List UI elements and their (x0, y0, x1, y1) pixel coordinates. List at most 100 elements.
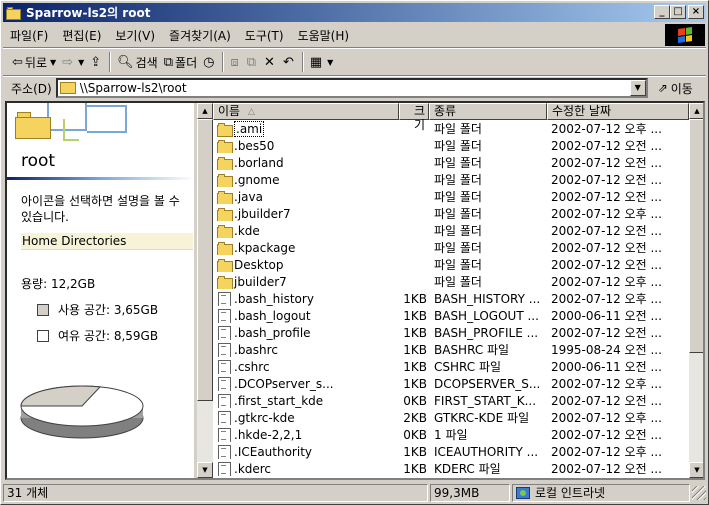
title-bar[interactable]: Sparrow-ls2의 root _ □ × (3, 3, 706, 22)
file-name-cell: .jbuilder7 (213, 207, 399, 221)
search-button[interactable]: 🔍︎ 검색 (114, 51, 161, 73)
file-list: 이름 △ 크기 종류 수정한 날짜 .ami 파일 폴더 2002-07-12 오후… (213, 103, 689, 478)
up-folder-button[interactable]: ⇪ (87, 51, 106, 73)
column-size[interactable]: 크기 (399, 103, 429, 132)
views-button[interactable]: ▦ ▼ (307, 51, 336, 73)
file-name: .bash_logout (234, 308, 311, 323)
forward-button[interactable]: ⇨ ▼ (59, 51, 87, 73)
column-name[interactable]: 이름 △ (213, 103, 399, 120)
header-divider (7, 177, 194, 180)
menu-favorites[interactable]: 즐겨찾기(A) (162, 27, 238, 44)
table-row[interactable]: jbuilder7 파일 폴더 2002-07-12 오후 ... (213, 273, 689, 290)
file-size: 2KB (403, 410, 427, 425)
table-row[interactable]: .kde 파일 폴더 2002-07-12 오전 ... (213, 222, 689, 239)
file-size: 1KB (403, 291, 427, 306)
scroll-down-button[interactable]: ▼ (689, 462, 703, 478)
file-modified: 2002-07-12 오후 ... (551, 411, 662, 425)
file-size: 0KB (403, 393, 427, 408)
delete-button[interactable]: ✕ (261, 51, 280, 73)
back-button[interactable]: ⇦ 뒤로 ▼ (9, 51, 59, 73)
file-size: 0KB (403, 427, 427, 442)
file-icon (216, 394, 232, 408)
file-type: FIRST_START_K... (434, 393, 537, 408)
table-row[interactable]: .gnome 파일 폴더 2002-07-12 오전 ... (213, 171, 689, 188)
column-type-label: 종류 (434, 104, 457, 118)
status-bar: 31 개체 99,3MB 로컬 인트라넷 (3, 483, 706, 503)
table-row[interactable]: .kpackage 파일 폴더 2002-07-12 오전 ... (213, 239, 689, 256)
table-row[interactable]: .jbuilder7 파일 폴더 2002-07-12 오후 ... (213, 205, 689, 222)
history-button[interactable]: ◷ (200, 51, 219, 73)
file-name: .bashrc (234, 342, 278, 357)
move-to-button[interactable]: ⧈ (227, 51, 243, 73)
file-type: 파일 폴더 (434, 156, 482, 170)
file-name-cell: .bashrc (213, 343, 399, 357)
address-value: \\Sparrow-ls2\root (79, 81, 187, 95)
table-row[interactable]: .cshrc 1KB CSHRC 파일 2000-06-11 오전 ... (213, 358, 689, 375)
menu-help[interactable]: 도움말(H) (291, 27, 357, 44)
table-row[interactable]: .first_start_kde 0KB FIRST_START_K... 2002-… (213, 392, 689, 409)
file-type: CSHRC 파일 (434, 360, 502, 374)
table-row[interactable]: .bes50 파일 폴더 2002-07-12 오전 ... (213, 137, 689, 154)
minimize-button[interactable]: _ (654, 5, 670, 19)
menu-edit[interactable]: 편집(E) (55, 27, 108, 44)
go-button[interactable]: ⇗ 이동 (658, 80, 693, 97)
toolbar-separator (301, 52, 304, 72)
table-row[interactable]: .bashrc 1KB BASHRC 파일 1995-08-24 오전 ... (213, 341, 689, 358)
menu-file[interactable]: 파일(F) (3, 27, 55, 44)
address-input[interactable]: \\Sparrow-ls2\root ▼ (55, 78, 648, 98)
file-modified: 1995-08-24 오전 ... (551, 343, 662, 357)
scroll-up-button[interactable]: ▲ (689, 103, 703, 119)
status-zone: 로컬 인트라넷 (512, 484, 690, 502)
table-row[interactable]: .java 파일 폴더 2002-07-12 오전 ... (213, 188, 689, 205)
column-modified[interactable]: 수정한 날짜 (547, 103, 689, 120)
file-icon (216, 445, 232, 459)
menu-view[interactable]: 보기(V) (108, 27, 162, 44)
file-name-cell: .bash_logout (213, 309, 399, 323)
file-size: 1KB (403, 461, 427, 476)
table-row[interactable]: .ICEauthority 1KB ICEAUTHORITY ... 2002-07-… (213, 443, 689, 460)
scroll-thumb[interactable] (197, 119, 213, 401)
folders-button[interactable]: ⧉ 폴더 (161, 51, 200, 73)
file-modified: 2002-07-12 오후 ... (551, 122, 662, 136)
table-row[interactable]: .DCOPserver_s... 1KB DCOPSERVER_S... 2002-0… (213, 375, 689, 392)
folder-icon (216, 207, 233, 221)
table-row[interactable]: .borland 파일 폴더 2002-07-12 오전 ... (213, 154, 689, 171)
resize-grip[interactable] (692, 486, 706, 500)
table-row[interactable]: .hkde-2,2,1 0KB 1 파일 2002-07-12 오전 ... (213, 426, 689, 443)
scroll-thumb[interactable] (689, 119, 703, 353)
file-modified: 2002-07-12 오후 ... (551, 377, 662, 391)
close-button[interactable]: × (688, 5, 704, 19)
undo-button[interactable]: ↶ (280, 51, 299, 73)
table-row[interactable]: .ami 파일 폴더 2002-07-12 오후 ... (213, 120, 689, 137)
scroll-up-button[interactable]: ▲ (197, 103, 213, 119)
address-dropdown-button[interactable]: ▼ (629, 80, 646, 96)
used-swatch (37, 303, 49, 316)
file-type: ICEAUTHORITY ... (434, 444, 539, 459)
table-row[interactable]: .bash_history 1KB BASH_HISTORY ... 2002-07-… (213, 290, 689, 307)
address-bar: 주소(D) \\Sparrow-ls2\root ▼ ⇗ 이동 (3, 77, 706, 99)
copy-to-button[interactable]: ⧉ (244, 51, 261, 73)
maximize-button[interactable]: □ (670, 5, 686, 19)
file-type: DCOPSERVER_S... (434, 376, 541, 391)
file-modified: 2002-07-12 오후 ... (551, 292, 662, 306)
file-list-scrollbar[interactable]: ▲ ▼ (689, 103, 703, 478)
table-row[interactable]: .gtkrc-kde 2KB GTKRC-KDE 파일 2002-07-12 오후 .… (213, 409, 689, 426)
file-name: .bes50 (234, 138, 275, 153)
scroll-down-button[interactable]: ▼ (197, 462, 213, 478)
menu-tools[interactable]: 도구(T) (238, 27, 291, 44)
column-type[interactable]: 종류 (429, 103, 547, 120)
table-row[interactable]: .bash_profile 1KB BASH_PROFILE ... 2002-07-… (213, 324, 689, 341)
table-row[interactable]: Desktop 파일 폴더 2002-07-12 오전 ... (213, 256, 689, 273)
file-size: 1KB (403, 325, 427, 340)
disk-usage-pie (20, 385, 144, 439)
file-modified: 2002-07-12 오전 ... (551, 394, 662, 408)
left-pane-scrollbar[interactable]: ▲ ▼ (197, 103, 213, 478)
table-row[interactable]: .bash_logout 1KB BASH_LOGOUT ... 2000-06-11… (213, 307, 689, 324)
file-name: .kde (234, 223, 260, 238)
file-modified: 2002-07-12 오후 ... (551, 207, 662, 221)
toolbar-separator (222, 52, 225, 72)
table-row[interactable]: .kderc 1KB KDERC 파일 2002-07-12 오전 ... (213, 460, 689, 477)
file-modified: 2002-07-12 오전 ... (551, 190, 662, 204)
file-type: BASH_PROFILE ... (434, 325, 539, 340)
folder-title: root (21, 151, 56, 171)
